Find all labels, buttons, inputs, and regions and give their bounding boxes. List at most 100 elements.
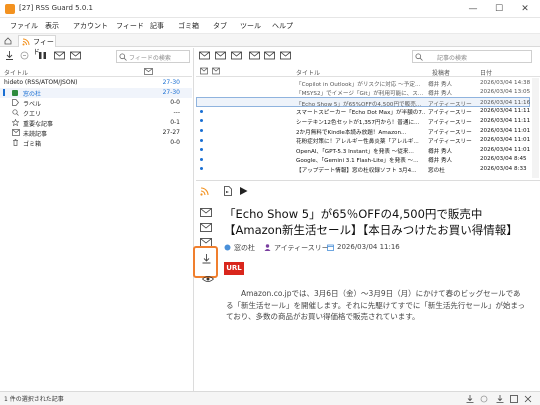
play-icon[interactable] — [239, 186, 248, 196]
status-text: 1 件の選択された記事 — [4, 396, 64, 403]
menu-trash[interactable]: ゴミ箱 — [178, 21, 199, 31]
article-date: 2026/03/04 8:33 — [480, 165, 527, 172]
article-row[interactable]: スマートスピーカー「Echo Dot Max」が半額の7... アイティースリー… — [196, 107, 530, 117]
unread-dot-icon — [200, 148, 203, 152]
read-status-column-icon[interactable] — [200, 67, 208, 75]
article-title-column[interactable]: タイトル — [296, 68, 320, 77]
article-author: 樽井 秀人 — [428, 158, 453, 165]
eye-icon[interactable] — [202, 275, 214, 283]
mark-all-unread-icon[interactable] — [249, 51, 260, 60]
preview-meta: 窓の杜 アイティースリー 2026/03/04 11:16 — [224, 243, 524, 253]
article-row[interactable]: 【アップデート情報】窓の杜収録ソフト 3月4... 窓の杜 2026/03/04… — [196, 164, 530, 174]
menu-bar: ファイル 表示 アカウント フィード 記事 ゴミ箱 タブ ツール ヘルプ — [0, 18, 540, 34]
maximize-button[interactable]: ☐ — [488, 2, 510, 16]
article-row[interactable]: Google、「Gemini 3.1 Flash-Lite」を発表 〜... 樽… — [196, 155, 530, 165]
article-author: 樽井 秀人 — [428, 148, 453, 155]
article-row[interactable]: 花粉症対策に！アレルギー性鼻炎薬「アレルギ... アイティースリー 2026/0… — [196, 136, 530, 146]
article-date: 2026/03/04 11:01 — [480, 127, 530, 134]
article-title: シーテキン12色セットが1,357円から！普通に... — [296, 119, 420, 126]
unread-count-column-icon[interactable] — [144, 68, 153, 75]
article-row[interactable]: OpenAI、「GPT-5.3 Instant」を発表 〜従来... 樽井 秀人… — [196, 145, 530, 155]
stop-icon[interactable] — [480, 395, 488, 403]
title-bar: [27] RSS Guard 5.0.1 — ☐ ✕ — [0, 0, 540, 18]
unread-dot-icon — [200, 157, 203, 161]
article-date: 2026/03/04 11:11 — [480, 117, 530, 124]
horizontal-splitter[interactable] — [196, 180, 540, 181]
article-search-input[interactable]: 記事の検索 — [412, 50, 532, 63]
preview-date: 2026/03/04 11:16 — [337, 243, 400, 251]
article-row[interactable]: 「Copilot in Outlook」がリスクに対応 〜予定... 樽井 秀人… — [196, 78, 530, 88]
stop-download-icon[interactable] — [20, 51, 29, 60]
article-author: 樽井 秀人 — [428, 81, 453, 88]
attachment-column-icon[interactable] — [212, 67, 220, 75]
unread-dot-icon — [200, 129, 203, 132]
unread-dot-icon — [200, 119, 203, 123]
close-icon[interactable] — [524, 395, 532, 403]
feed-list-header[interactable]: タイトル — [0, 65, 192, 77]
article-title: 花粉症対策に！アレルギー性鼻炎薬「アレルギ... — [296, 139, 419, 146]
article-toolbar: 記事の検索 — [196, 48, 540, 64]
close-button[interactable]: ✕ — [514, 2, 536, 16]
pause-icon[interactable] — [38, 51, 47, 60]
mark-unread-icon[interactable] — [215, 51, 226, 60]
article-row[interactable]: シーテキン12色セットが1,357円から！普通に... アイティースリー 202… — [196, 116, 530, 126]
article-title: 2か月無料でKindle本読み放題！Amazon... — [296, 129, 407, 136]
article-title: OpenAI、「GPT-5.3 Instant」を発表 〜従来... — [296, 148, 414, 155]
minimize-button[interactable]: — — [462, 2, 484, 16]
article-date: 2026/03/04 13:05 — [480, 89, 530, 96]
mark-read-icon[interactable] — [54, 51, 65, 60]
article-date: 2026/03/04 11:11 — [480, 108, 530, 115]
download-button-highlighted[interactable] — [193, 246, 218, 278]
rss-icon — [200, 187, 209, 196]
menu-article[interactable]: 記事 — [150, 21, 164, 31]
article-title: 「Copilot in Outlook」がリスクに対応 〜予定... — [296, 81, 421, 88]
menu-feed[interactable]: フィード — [116, 21, 144, 31]
download-icon[interactable] — [5, 51, 14, 60]
mail-icon[interactable] — [200, 223, 212, 232]
mail-icon[interactable] — [264, 51, 275, 60]
article-row[interactable]: 2か月無料でKindle本読み放題！Amazon... アイティースリー 202… — [196, 126, 530, 136]
preview-feed: 窓の杜 — [234, 244, 255, 252]
menu-view[interactable]: 表示 — [45, 21, 59, 31]
document-icon[interactable] — [224, 186, 232, 196]
article-author: 樽井 秀人 — [428, 91, 453, 98]
globe-icon — [224, 244, 231, 251]
article-date: 2026/03/04 14:38 — [480, 79, 530, 86]
mark-unread-icon[interactable] — [70, 51, 81, 60]
mark-read-icon[interactable] — [199, 51, 210, 60]
article-list-scrollbar[interactable] — [532, 78, 539, 178]
mail-icon[interactable] — [280, 51, 291, 60]
calendar-icon — [327, 244, 334, 251]
search-icon — [119, 53, 127, 61]
feed-title-column[interactable]: タイトル — [4, 68, 28, 77]
feed-search-input[interactable]: フィードの検索 — [116, 50, 190, 63]
article-author-column[interactable]: 投稿者 — [432, 68, 450, 77]
menu-account[interactable]: アカウント — [73, 21, 108, 31]
rss-icon — [22, 38, 30, 46]
article-date-column[interactable]: 日付 — [480, 68, 492, 77]
article-row[interactable]: 「MSYS2」でイメージ「Git」が利用可能に、ス... 樽井 秀人 2026/… — [196, 88, 530, 98]
article-list-header[interactable]: タイトル 投稿者 日付 — [196, 65, 540, 77]
article-list: 「Copilot in Outlook」がリスクに対応 〜予定... 樽井 秀人… — [0, 78, 540, 178]
mail-icon[interactable] — [200, 208, 212, 217]
article-date: 2026/03/04 8:45 — [480, 156, 527, 163]
menu-file[interactable]: ファイル — [10, 21, 38, 31]
home-icon[interactable] — [4, 37, 12, 45]
menu-tools[interactable]: ツール — [240, 21, 261, 31]
download-icon — [202, 254, 211, 264]
fullscreen-icon[interactable] — [510, 395, 518, 403]
unread-dot-icon — [200, 138, 203, 142]
search-icon — [415, 53, 423, 61]
menu-help[interactable]: ヘルプ — [272, 21, 293, 31]
article-row-selected[interactable]: 「Echo Show 5」が65%OFFの4,500円で販売... アイティース… — [196, 97, 530, 108]
menu-tab[interactable]: タブ — [213, 21, 227, 31]
tab-feeds[interactable]: フィード — [18, 35, 56, 56]
unread-dot-icon — [200, 109, 203, 113]
article-title: スマートスピーカー「Echo Dot Max」が半額の7... — [296, 110, 426, 117]
url-badge[interactable]: URL — [224, 262, 244, 275]
download-icon[interactable] — [496, 395, 504, 403]
tab-bar — [0, 34, 540, 47]
person-icon — [264, 244, 271, 251]
mark-all-read-icon[interactable] — [231, 51, 242, 60]
download-icon[interactable] — [466, 395, 474, 403]
